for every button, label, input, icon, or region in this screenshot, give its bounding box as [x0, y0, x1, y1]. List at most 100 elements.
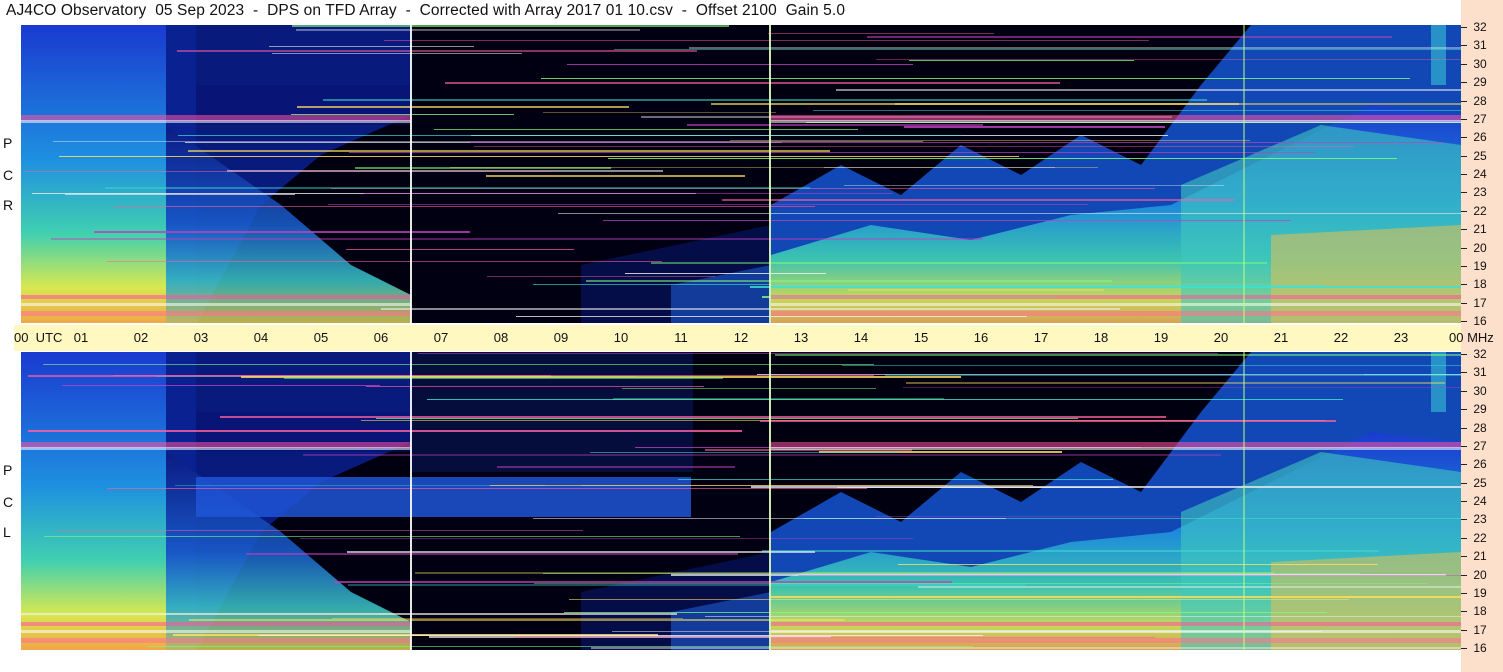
frequency-tick-label: 22: [1473, 530, 1487, 545]
interference-line: [177, 50, 697, 52]
frequency-tick-label: 31: [1473, 365, 1487, 380]
time-tick-label: 13: [793, 330, 809, 345]
interference-line: [292, 25, 729, 27]
vertical-event-line: [1243, 25, 1245, 323]
interference-line: [848, 289, 1104, 291]
polarization-letter: R: [3, 197, 14, 213]
interference-line: [94, 231, 470, 233]
interference-band: [21, 447, 411, 450]
interference-line: [346, 249, 574, 250]
interference-line: [608, 158, 1397, 159]
interference-line: [44, 536, 740, 537]
frequency-tick: [1461, 302, 1467, 304]
interference-line: [490, 485, 1033, 486]
frequency-tick-label: 26: [1473, 130, 1487, 145]
frequency-tick: [1461, 45, 1467, 47]
interference-line: [43, 364, 874, 365]
interference-line: [813, 110, 1461, 111]
interference-line: [381, 308, 1120, 310]
interference-band: [771, 447, 1461, 450]
interference-line: [376, 418, 1078, 419]
interference-line: [918, 586, 1461, 588]
rcp-spectrogram: [21, 25, 1461, 323]
time-tick-label: 17: [1033, 330, 1049, 345]
frequency-tick: [1461, 556, 1467, 558]
interference-band: [771, 638, 1461, 643]
interference-line: [259, 635, 983, 636]
interference-line: [760, 420, 1336, 422]
time-tick-label: 08: [493, 330, 509, 345]
frequency-tick-label: 25: [1473, 148, 1487, 163]
frequency-tick: [1461, 574, 1467, 576]
interference-line: [651, 262, 1267, 264]
frequency-tick-label: 24: [1473, 167, 1487, 181]
interference-line: [903, 387, 1461, 388]
interference-line: [59, 156, 1019, 157]
interference-line: [62, 385, 380, 386]
interference-line: [622, 388, 876, 389]
frequency-tick-label: 21: [1473, 549, 1487, 564]
time-tick-label: 02: [133, 330, 149, 345]
time-tick-label: 18: [1093, 330, 1109, 345]
time-tick-label: 14: [853, 330, 869, 345]
vertical-event-line: [410, 25, 412, 323]
interference-line: [591, 647, 1461, 649]
interference-line: [614, 49, 1461, 50]
interference-line: [762, 550, 1379, 552]
interference-line: [300, 538, 913, 539]
interference-band: [771, 295, 1461, 299]
chart-title: AJ4CO Observatory 05 Sep 2023 - DPS on T…: [6, 2, 846, 19]
frequency-tick-label: 32: [1473, 347, 1487, 361]
interference-line: [427, 399, 1343, 400]
interference-line: [867, 36, 1392, 38]
interference-line: [149, 646, 973, 647]
interference-line: [836, 89, 1461, 91]
interference-line: [844, 185, 1224, 186]
time-tick-label: 10: [613, 330, 629, 345]
interference-line: [384, 40, 1149, 41]
time-tick-label: 05: [313, 330, 329, 345]
interference-line: [246, 553, 738, 555]
frequency-tick-label: 18: [1473, 604, 1487, 619]
frequency-tick: [1461, 629, 1467, 631]
interference-band: [771, 622, 1461, 626]
interference-line: [470, 142, 1443, 143]
frequency-tick: [1461, 155, 1467, 157]
interference-line: [364, 193, 892, 194]
frequency-tick-label: 20: [1473, 240, 1487, 255]
frequency-tick-label: 23: [1473, 512, 1487, 527]
time-tick-label: 19: [1153, 330, 1169, 345]
frequency-tick: [1461, 82, 1467, 84]
polarization-letter: C: [3, 167, 14, 183]
frequency-tick: [1461, 537, 1467, 539]
interference-line: [114, 206, 815, 207]
interference-line: [516, 316, 1027, 317]
interference-band: [21, 295, 411, 299]
vertical-event-line: [1243, 352, 1245, 650]
interference-line: [533, 284, 1325, 285]
frequency-tick: [1461, 409, 1467, 411]
time-tick-label: 12: [733, 330, 749, 345]
interference-line: [486, 175, 745, 177]
interference-line: [349, 152, 1315, 153]
interference-line: [541, 78, 1410, 79]
frequency-tick: [1461, 265, 1467, 267]
interference-line: [771, 596, 1461, 598]
frequency-tick: [1461, 229, 1467, 231]
interference-line: [347, 551, 815, 553]
interference-line: [107, 261, 662, 262]
interference-line: [543, 573, 1360, 574]
frequency-tick: [1461, 464, 1467, 466]
frequency-tick-label: 30: [1473, 383, 1487, 398]
frequency-tick: [1461, 118, 1467, 120]
interference-band: [771, 311, 1461, 316]
interference-line: [272, 53, 522, 54]
polarization-letter: P: [3, 462, 13, 478]
interference-line: [65, 194, 295, 195]
interference-line: [564, 612, 1327, 613]
frequency-tick: [1461, 445, 1467, 447]
interference-line: [366, 386, 704, 387]
frequency-tick-label: 23: [1473, 185, 1487, 200]
interference-band: [21, 622, 411, 626]
frequency-tick: [1461, 100, 1467, 102]
